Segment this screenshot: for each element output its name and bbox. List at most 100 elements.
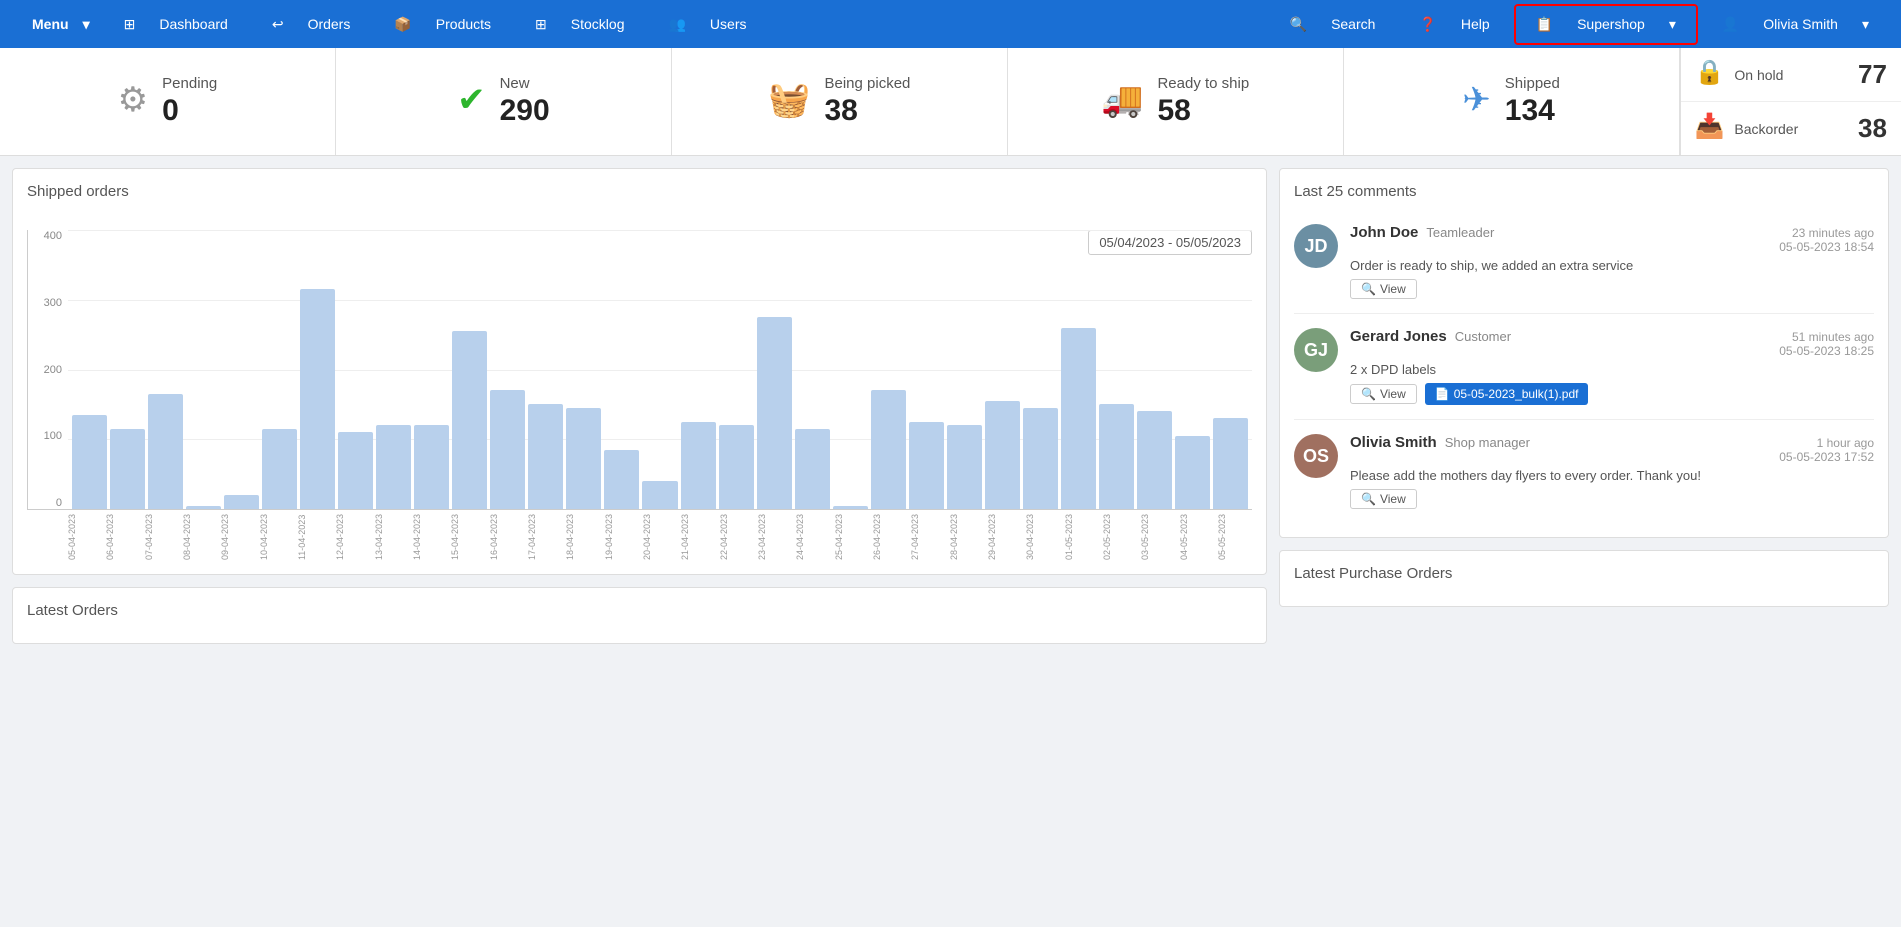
users-icon: 👥 [658,10,695,39]
stat-pending-label: Pending [162,75,217,92]
comments-card: Last 25 comments JDJohn DoeTeamleader23 … [1279,168,1889,538]
x-label-15: 20-04-2023 [642,514,677,560]
stat-on-hold[interactable]: 🔒 On hold 77 [1681,48,1901,102]
search-icon: 🔍 [1361,492,1376,506]
comment-name-2: Olivia Smith [1350,434,1437,451]
bar-24 [985,401,1020,509]
x-label-30: 05-05-2023 [1217,514,1252,560]
comments-title: Last 25 comments [1294,183,1874,200]
bar-22 [909,422,944,509]
latest-purchase-orders-title: Latest Purchase Orders [1294,565,1874,582]
nav-dashboard[interactable]: ⊞ Dashboard [104,4,248,45]
user-icon: 👤 [1712,10,1749,39]
x-label-13: 18-04-2023 [565,514,600,560]
bar-26 [1061,328,1096,509]
stat-ready-to-ship[interactable]: 🚚 Ready to ship 58 [1008,48,1344,155]
latest-orders-title: Latest Orders [27,602,1252,619]
bar-14 [604,450,639,509]
y-labels: 400 300 200 100 0 [28,230,66,509]
nav-right: 🔍 Search ❓ Help 📋 Supershop ▾ 👤 Olivia S… [1270,4,1889,45]
avatar-0: JD [1294,224,1338,268]
check-icon: ✔ [457,80,486,120]
comment-item-1: GJGerard JonesCustomer51 minutes ago05-0… [1294,314,1874,420]
stat-shipped[interactable]: ✈ Shipped 134 [1344,48,1680,155]
help-button[interactable]: ❓ Help [1399,4,1509,45]
comment-item-0: JDJohn DoeTeamleader23 minutes ago05-05-… [1294,210,1874,314]
stat-shipped-label: Shipped [1505,75,1560,92]
stat-being-picked[interactable]: 🧺 Being picked 38 [672,48,1008,155]
stat-being-picked-value: 38 [824,94,910,128]
truck-icon: 🚚 [1101,80,1143,120]
bar-11 [490,390,525,509]
x-label-23: 28-04-2023 [949,514,984,560]
bar-10 [452,331,487,509]
bar-7 [338,432,373,509]
comment-role-1: Customer [1455,329,1511,344]
bar-28 [1137,411,1172,509]
bar-29 [1175,436,1210,509]
latest-orders-card: Latest Orders [12,587,1267,644]
x-label-3: 08-04-2023 [182,514,217,560]
x-label-10: 15-04-2023 [450,514,485,560]
view-button-1[interactable]: 🔍 View [1350,384,1417,404]
shipped-orders-card: Shipped orders 05/04/2023 - 05/05/2023 4… [12,168,1267,575]
nav-orders[interactable]: ↩ Orders [252,4,371,45]
bar-25 [1023,408,1058,509]
stat-new-label: New [500,75,550,92]
x-label-22: 27-04-2023 [910,514,945,560]
x-label-11: 16-04-2023 [489,514,524,560]
stat-pending-value: 0 [162,94,217,128]
x-label-14: 19-04-2023 [604,514,639,560]
latest-purchase-orders-card: Latest Purchase Orders [1279,550,1889,607]
pdf-button-1[interactable]: 📄 05-05-2023_bulk(1).pdf [1425,383,1589,405]
bar-9 [414,425,449,509]
stocklog-icon: ⊞ [525,10,557,39]
bar-0 [72,415,107,509]
x-label-12: 17-04-2023 [527,514,562,560]
x-label-17: 22-04-2023 [719,514,754,560]
view-button-2[interactable]: 🔍 View [1350,489,1417,509]
x-label-9: 14-04-2023 [412,514,447,560]
left-column: Shipped orders 05/04/2023 - 05/05/2023 4… [12,168,1267,644]
stats-row: ⚙ Pending 0 ✔ New 290 🧺 Being picked 38 [0,48,1901,156]
supershop-button[interactable]: 📋 Supershop ▾ [1514,4,1698,45]
chart-area: 400 300 200 100 0 [27,230,1252,510]
bar-19 [795,429,830,509]
products-icon: 📦 [384,10,421,39]
comment-item-2: OSOlivia SmithShop manager1 hour ago05-0… [1294,420,1874,523]
bar-1 [110,429,145,509]
comment-name-1: Gerard Jones [1350,328,1447,345]
bar-12 [528,404,563,509]
search-button[interactable]: 🔍 Search [1270,4,1396,45]
navbar: Menu ▾ ⊞ Dashboard ↩ Orders 📦 Products ⊞… [0,0,1901,48]
nav-users[interactable]: 👥 Users [648,4,766,45]
search-icon: 🔍 [1361,387,1376,401]
user-menu[interactable]: 👤 Olivia Smith ▾ [1702,4,1889,45]
x-label-25: 30-04-2023 [1025,514,1060,560]
stat-being-picked-label: Being picked [824,75,910,92]
stat-stacked: 🔒 On hold 77 📥 Backorder 38 [1680,48,1901,155]
stat-pending[interactable]: ⚙ Pending 0 [0,48,336,155]
comment-list: JDJohn DoeTeamleader23 minutes ago05-05-… [1294,210,1874,523]
comment-text-0: Order is ready to ship, we added an extr… [1350,258,1874,273]
view-button-0[interactable]: 🔍 View [1350,279,1417,299]
stat-new[interactable]: ✔ New 290 [336,48,672,155]
stat-ready-to-ship-label: Ready to ship [1157,75,1249,92]
user-chevron: ▾ [1852,10,1879,39]
comment-date-1: 05-05-2023 18:25 [1779,344,1874,358]
main-content: Shipped orders 05/04/2023 - 05/05/2023 4… [0,156,1901,656]
x-label-29: 04-05-2023 [1179,514,1214,560]
nav-stocklog[interactable]: ⊞ Stocklog [515,4,644,45]
chart-container: 05/04/2023 - 05/05/2023 400 300 200 100 … [27,230,1252,560]
bar-5 [262,429,297,509]
x-label-21: 26-04-2023 [872,514,907,560]
lock-icon: 🔒 [1695,58,1725,87]
stat-on-hold-label: On hold [1734,67,1783,83]
stat-backorder[interactable]: 📥 Backorder 38 [1681,102,1901,155]
comment-time-1: 51 minutes ago [1779,330,1874,344]
bar-3 [186,506,221,509]
x-label-6: 11-04-2023 [297,514,332,560]
menu-button[interactable]: Menu ▾ [12,4,100,44]
nav-products[interactable]: 📦 Products [374,4,511,45]
comment-time-2: 1 hour ago [1779,436,1874,450]
